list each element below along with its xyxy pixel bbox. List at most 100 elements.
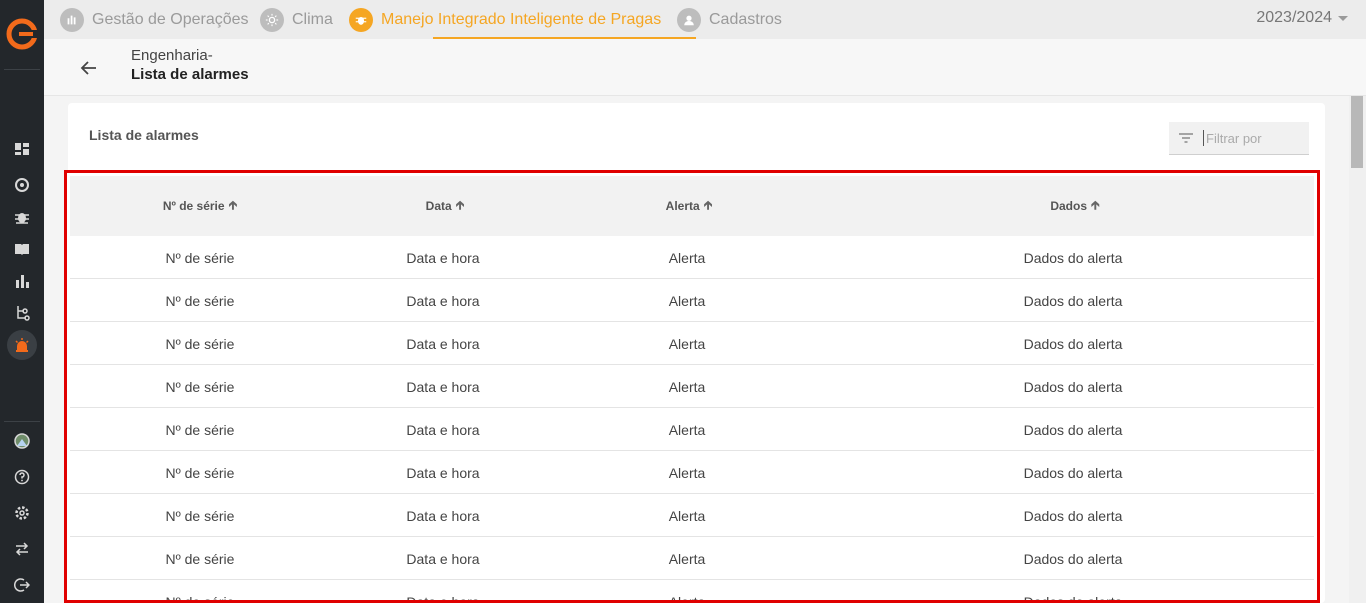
- cell-data: Dados do alerta: [1023, 249, 1123, 266]
- tab-clima[interactable]: Clima: [260, 0, 333, 39]
- breadcrumb: Engenharia-: [131, 47, 213, 64]
- flow-icon[interactable]: [11, 302, 33, 324]
- column-header-data[interactable]: Dados 🡱: [1015, 176, 1135, 236]
- cell-data: Dados do alerta: [1023, 378, 1123, 395]
- filter-field[interactable]: [1169, 122, 1309, 155]
- alarm-icon[interactable]: [11, 334, 33, 356]
- column-header-serial[interactable]: Nº de série 🡱: [140, 176, 260, 236]
- cell-alert: Alerta: [668, 593, 706, 603]
- cell-serial: Nº de série: [165, 292, 235, 309]
- sort-arrow-icon: 🡱: [703, 197, 713, 212]
- season-selector[interactable]: 2023/2024: [1256, 0, 1348, 36]
- column-label: Alerta: [665, 199, 700, 213]
- cell-serial: Nº de série: [165, 464, 235, 481]
- cell-serial: Nº de série: [165, 507, 235, 524]
- sidebar: [0, 0, 44, 603]
- tab-label: Gestão de Operações: [92, 10, 249, 28]
- page-header: Engenharia- Lista de alarmes: [44, 39, 1366, 96]
- cell-serial: Nº de série: [165, 550, 235, 567]
- cell-data: Dados do alerta: [1023, 335, 1123, 352]
- cell-date: Data e hora: [406, 593, 480, 603]
- cell-date: Data e hora: [406, 550, 480, 567]
- table-row[interactable]: Nº de série Data e hora Alerta Dados do …: [70, 537, 1314, 580]
- cell-alert: Alerta: [668, 421, 706, 438]
- cell-serial: Nº de série: [165, 421, 235, 438]
- table-row[interactable]: Nº de série Data e hora Alerta Dados do …: [70, 365, 1314, 408]
- filter-input[interactable]: [1203, 130, 1303, 146]
- column-header-alert[interactable]: Alerta 🡱: [629, 176, 749, 236]
- filter-icon: [1179, 133, 1193, 143]
- page-title: Lista de alarmes: [131, 66, 249, 83]
- cell-data: Dados do alerta: [1023, 292, 1123, 309]
- help-icon[interactable]: [11, 466, 33, 488]
- cell-alert: Alerta: [668, 550, 706, 567]
- tab-label: Cadastros: [709, 10, 782, 28]
- scrollbar[interactable]: [1349, 96, 1366, 603]
- cell-date: Data e hora: [406, 378, 480, 395]
- column-label: Nº de série: [162, 199, 225, 213]
- person-icon: [677, 7, 701, 32]
- tab-manejo-pragas[interactable]: Manejo Integrado Inteligente de Pragas: [349, 0, 661, 39]
- bug-icon[interactable]: [11, 206, 33, 228]
- gear-icon[interactable]: [11, 502, 33, 524]
- column-header-date[interactable]: Data 🡱: [385, 176, 505, 236]
- sort-arrow-icon: 🡱: [228, 197, 238, 212]
- cell-alert: Alerta: [668, 335, 706, 352]
- cell-alert: Alerta: [668, 292, 706, 309]
- table-header: Nº de série 🡱 Data 🡱 Alerta 🡱 Dados 🡱: [70, 176, 1314, 236]
- bug-icon: [349, 7, 373, 32]
- cell-serial: Nº de série: [165, 593, 235, 603]
- sun-icon: [260, 7, 284, 32]
- sidebar-divider: [4, 421, 40, 422]
- sidebar-divider: [4, 69, 40, 70]
- tab-label: Clima: [292, 10, 333, 28]
- cell-data: Dados do alerta: [1023, 464, 1123, 481]
- sensor-icon[interactable]: [11, 174, 33, 196]
- column-label: Data: [425, 199, 452, 213]
- cell-data: Dados do alerta: [1023, 550, 1123, 567]
- cell-date: Data e hora: [406, 421, 480, 438]
- card-title: Lista de alarmes: [89, 127, 199, 143]
- table-row[interactable]: Nº de série Data e hora Alerta Dados do …: [70, 408, 1314, 451]
- cell-data: Dados do alerta: [1023, 507, 1123, 524]
- cell-data: Dados do alerta: [1023, 593, 1123, 603]
- avatar[interactable]: [11, 430, 33, 452]
- cell-serial: Nº de série: [165, 335, 235, 352]
- cell-date: Data e hora: [406, 464, 480, 481]
- cell-serial: Nº de série: [165, 378, 235, 395]
- back-arrow-icon[interactable]: [78, 57, 100, 79]
- tab-cadastros[interactable]: Cadastros: [677, 0, 782, 39]
- tab-gestao-operacoes[interactable]: Gestão de Operações: [60, 0, 249, 39]
- season-value: 2023/2024: [1256, 9, 1332, 26]
- table-row[interactable]: Nº de série Data e hora Alerta Dados do …: [70, 279, 1314, 322]
- cell-alert: Alerta: [668, 249, 706, 266]
- bar-chart-icon[interactable]: [11, 270, 33, 292]
- cell-data: Dados do alerta: [1023, 421, 1123, 438]
- table-row[interactable]: Nº de série Data e hora Alerta Dados do …: [70, 494, 1314, 537]
- tab-label: Manejo Integrado Inteligente de Pragas: [381, 10, 662, 28]
- table-row[interactable]: Nº de série Data e hora Alerta Dados do …: [70, 580, 1314, 603]
- cell-date: Data e hora: [406, 249, 480, 266]
- cell-date: Data e hora: [406, 292, 480, 309]
- alarms-table: Nº de série 🡱 Data 🡱 Alerta 🡱 Dados 🡱 Nº de …: [64, 170, 1320, 603]
- swap-icon[interactable]: [11, 538, 33, 560]
- chevron-down-icon: [1338, 15, 1348, 21]
- dashboard-icon[interactable]: [11, 138, 33, 160]
- book-icon[interactable]: [11, 238, 33, 260]
- top-nav: Gestão de Operações Clima Manejo Integra…: [44, 0, 1366, 39]
- cell-alert: Alerta: [668, 507, 706, 524]
- sort-arrow-icon: 🡱: [1091, 197, 1100, 212]
- cell-date: Data e hora: [406, 507, 480, 524]
- column-label: Dados: [1050, 199, 1088, 213]
- sort-arrow-icon: 🡱: [455, 197, 465, 212]
- logout-icon[interactable]: [11, 574, 33, 596]
- cell-serial: Nº de série: [165, 249, 235, 266]
- table-row[interactable]: Nº de série Data e hora Alerta Dados do …: [70, 451, 1314, 494]
- cell-alert: Alerta: [668, 378, 706, 395]
- cell-date: Data e hora: [406, 335, 480, 352]
- table-row[interactable]: Nº de série Data e hora Alerta Dados do …: [70, 322, 1314, 365]
- app-logo[interactable]: [6, 18, 38, 50]
- table-row[interactable]: Nº de série Data e hora Alerta Dados do …: [70, 236, 1314, 279]
- operations-icon: [60, 7, 84, 32]
- scrollbar-thumb[interactable]: [1351, 96, 1363, 168]
